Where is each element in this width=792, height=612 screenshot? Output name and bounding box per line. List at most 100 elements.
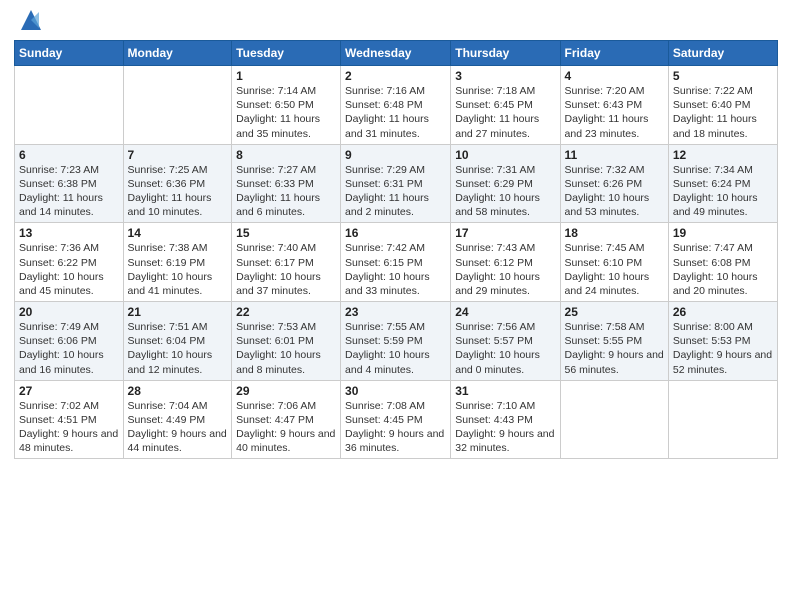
day-number: 31 bbox=[455, 384, 555, 398]
day-number: 28 bbox=[128, 384, 228, 398]
day-number: 14 bbox=[128, 226, 228, 240]
day-info: Sunrise: 7:42 AM Sunset: 6:15 PM Dayligh… bbox=[345, 241, 446, 298]
logo-icon bbox=[17, 6, 45, 34]
calendar-cell bbox=[560, 380, 668, 459]
calendar-cell: 17Sunrise: 7:43 AM Sunset: 6:12 PM Dayli… bbox=[451, 223, 560, 302]
calendar-cell: 15Sunrise: 7:40 AM Sunset: 6:17 PM Dayli… bbox=[232, 223, 341, 302]
day-info: Sunrise: 7:47 AM Sunset: 6:08 PM Dayligh… bbox=[673, 241, 773, 298]
header bbox=[14, 10, 778, 34]
day-info: Sunrise: 7:08 AM Sunset: 4:45 PM Dayligh… bbox=[345, 399, 446, 456]
day-number: 22 bbox=[236, 305, 336, 319]
day-info: Sunrise: 7:29 AM Sunset: 6:31 PM Dayligh… bbox=[345, 163, 446, 220]
calendar-cell: 19Sunrise: 7:47 AM Sunset: 6:08 PM Dayli… bbox=[668, 223, 777, 302]
day-number: 13 bbox=[19, 226, 119, 240]
day-number: 7 bbox=[128, 148, 228, 162]
calendar-cell: 28Sunrise: 7:04 AM Sunset: 4:49 PM Dayli… bbox=[123, 380, 232, 459]
calendar-cell: 12Sunrise: 7:34 AM Sunset: 6:24 PM Dayli… bbox=[668, 144, 777, 223]
calendar-cell: 9Sunrise: 7:29 AM Sunset: 6:31 PM Daylig… bbox=[341, 144, 451, 223]
day-info: Sunrise: 7:14 AM Sunset: 6:50 PM Dayligh… bbox=[236, 84, 336, 141]
weekday-header-row: SundayMondayTuesdayWednesdayThursdayFrid… bbox=[15, 41, 778, 66]
day-info: Sunrise: 7:36 AM Sunset: 6:22 PM Dayligh… bbox=[19, 241, 119, 298]
week-row-2: 6Sunrise: 7:23 AM Sunset: 6:38 PM Daylig… bbox=[15, 144, 778, 223]
day-info: Sunrise: 7:27 AM Sunset: 6:33 PM Dayligh… bbox=[236, 163, 336, 220]
day-number: 18 bbox=[565, 226, 664, 240]
day-info: Sunrise: 7:16 AM Sunset: 6:48 PM Dayligh… bbox=[345, 84, 446, 141]
day-info: Sunrise: 7:20 AM Sunset: 6:43 PM Dayligh… bbox=[565, 84, 664, 141]
day-info: Sunrise: 7:56 AM Sunset: 5:57 PM Dayligh… bbox=[455, 320, 555, 377]
week-row-3: 13Sunrise: 7:36 AM Sunset: 6:22 PM Dayli… bbox=[15, 223, 778, 302]
calendar-cell: 5Sunrise: 7:22 AM Sunset: 6:40 PM Daylig… bbox=[668, 66, 777, 145]
calendar-cell: 11Sunrise: 7:32 AM Sunset: 6:26 PM Dayli… bbox=[560, 144, 668, 223]
day-number: 23 bbox=[345, 305, 446, 319]
day-info: Sunrise: 7:22 AM Sunset: 6:40 PM Dayligh… bbox=[673, 84, 773, 141]
calendar-cell: 4Sunrise: 7:20 AM Sunset: 6:43 PM Daylig… bbox=[560, 66, 668, 145]
day-info: Sunrise: 7:25 AM Sunset: 6:36 PM Dayligh… bbox=[128, 163, 228, 220]
day-info: Sunrise: 7:49 AM Sunset: 6:06 PM Dayligh… bbox=[19, 320, 119, 377]
week-row-5: 27Sunrise: 7:02 AM Sunset: 4:51 PM Dayli… bbox=[15, 380, 778, 459]
calendar-cell: 24Sunrise: 7:56 AM Sunset: 5:57 PM Dayli… bbox=[451, 302, 560, 381]
calendar-cell: 23Sunrise: 7:55 AM Sunset: 5:59 PM Dayli… bbox=[341, 302, 451, 381]
calendar-cell: 6Sunrise: 7:23 AM Sunset: 6:38 PM Daylig… bbox=[15, 144, 124, 223]
weekday-header-monday: Monday bbox=[123, 41, 232, 66]
day-info: Sunrise: 7:32 AM Sunset: 6:26 PM Dayligh… bbox=[565, 163, 664, 220]
day-number: 9 bbox=[345, 148, 446, 162]
day-number: 15 bbox=[236, 226, 336, 240]
calendar-cell: 8Sunrise: 7:27 AM Sunset: 6:33 PM Daylig… bbox=[232, 144, 341, 223]
day-number: 17 bbox=[455, 226, 555, 240]
logo bbox=[14, 10, 45, 34]
day-info: Sunrise: 7:06 AM Sunset: 4:47 PM Dayligh… bbox=[236, 399, 336, 456]
day-info: Sunrise: 7:51 AM Sunset: 6:04 PM Dayligh… bbox=[128, 320, 228, 377]
day-number: 3 bbox=[455, 69, 555, 83]
calendar-cell: 20Sunrise: 7:49 AM Sunset: 6:06 PM Dayli… bbox=[15, 302, 124, 381]
day-info: Sunrise: 7:31 AM Sunset: 6:29 PM Dayligh… bbox=[455, 163, 555, 220]
day-info: Sunrise: 7:10 AM Sunset: 4:43 PM Dayligh… bbox=[455, 399, 555, 456]
day-number: 8 bbox=[236, 148, 336, 162]
week-row-4: 20Sunrise: 7:49 AM Sunset: 6:06 PM Dayli… bbox=[15, 302, 778, 381]
day-info: Sunrise: 7:04 AM Sunset: 4:49 PM Dayligh… bbox=[128, 399, 228, 456]
calendar-cell: 10Sunrise: 7:31 AM Sunset: 6:29 PM Dayli… bbox=[451, 144, 560, 223]
calendar-table: SundayMondayTuesdayWednesdayThursdayFrid… bbox=[14, 40, 778, 459]
calendar-cell: 25Sunrise: 7:58 AM Sunset: 5:55 PM Dayli… bbox=[560, 302, 668, 381]
day-number: 21 bbox=[128, 305, 228, 319]
page: SundayMondayTuesdayWednesdayThursdayFrid… bbox=[0, 0, 792, 612]
calendar-cell: 27Sunrise: 7:02 AM Sunset: 4:51 PM Dayli… bbox=[15, 380, 124, 459]
day-number: 16 bbox=[345, 226, 446, 240]
weekday-header-saturday: Saturday bbox=[668, 41, 777, 66]
calendar-cell: 14Sunrise: 7:38 AM Sunset: 6:19 PM Dayli… bbox=[123, 223, 232, 302]
calendar-cell bbox=[15, 66, 124, 145]
day-info: Sunrise: 7:53 AM Sunset: 6:01 PM Dayligh… bbox=[236, 320, 336, 377]
day-info: Sunrise: 7:02 AM Sunset: 4:51 PM Dayligh… bbox=[19, 399, 119, 456]
calendar-cell: 2Sunrise: 7:16 AM Sunset: 6:48 PM Daylig… bbox=[341, 66, 451, 145]
calendar-cell bbox=[668, 380, 777, 459]
day-info: Sunrise: 7:38 AM Sunset: 6:19 PM Dayligh… bbox=[128, 241, 228, 298]
day-number: 27 bbox=[19, 384, 119, 398]
day-number: 11 bbox=[565, 148, 664, 162]
day-number: 2 bbox=[345, 69, 446, 83]
weekday-header-friday: Friday bbox=[560, 41, 668, 66]
day-info: Sunrise: 7:40 AM Sunset: 6:17 PM Dayligh… bbox=[236, 241, 336, 298]
day-info: Sunrise: 8:00 AM Sunset: 5:53 PM Dayligh… bbox=[673, 320, 773, 377]
weekday-header-wednesday: Wednesday bbox=[341, 41, 451, 66]
day-number: 24 bbox=[455, 305, 555, 319]
calendar-cell: 16Sunrise: 7:42 AM Sunset: 6:15 PM Dayli… bbox=[341, 223, 451, 302]
calendar-cell: 29Sunrise: 7:06 AM Sunset: 4:47 PM Dayli… bbox=[232, 380, 341, 459]
day-number: 5 bbox=[673, 69, 773, 83]
day-number: 30 bbox=[345, 384, 446, 398]
day-number: 12 bbox=[673, 148, 773, 162]
calendar-cell: 31Sunrise: 7:10 AM Sunset: 4:43 PM Dayli… bbox=[451, 380, 560, 459]
calendar-cell: 21Sunrise: 7:51 AM Sunset: 6:04 PM Dayli… bbox=[123, 302, 232, 381]
day-info: Sunrise: 7:55 AM Sunset: 5:59 PM Dayligh… bbox=[345, 320, 446, 377]
calendar-cell: 3Sunrise: 7:18 AM Sunset: 6:45 PM Daylig… bbox=[451, 66, 560, 145]
day-info: Sunrise: 7:43 AM Sunset: 6:12 PM Dayligh… bbox=[455, 241, 555, 298]
day-info: Sunrise: 7:18 AM Sunset: 6:45 PM Dayligh… bbox=[455, 84, 555, 141]
week-row-1: 1Sunrise: 7:14 AM Sunset: 6:50 PM Daylig… bbox=[15, 66, 778, 145]
day-info: Sunrise: 7:23 AM Sunset: 6:38 PM Dayligh… bbox=[19, 163, 119, 220]
calendar-cell: 26Sunrise: 8:00 AM Sunset: 5:53 PM Dayli… bbox=[668, 302, 777, 381]
day-number: 10 bbox=[455, 148, 555, 162]
day-number: 6 bbox=[19, 148, 119, 162]
weekday-header-thursday: Thursday bbox=[451, 41, 560, 66]
calendar-cell: 1Sunrise: 7:14 AM Sunset: 6:50 PM Daylig… bbox=[232, 66, 341, 145]
day-number: 19 bbox=[673, 226, 773, 240]
weekday-header-sunday: Sunday bbox=[15, 41, 124, 66]
day-info: Sunrise: 7:45 AM Sunset: 6:10 PM Dayligh… bbox=[565, 241, 664, 298]
